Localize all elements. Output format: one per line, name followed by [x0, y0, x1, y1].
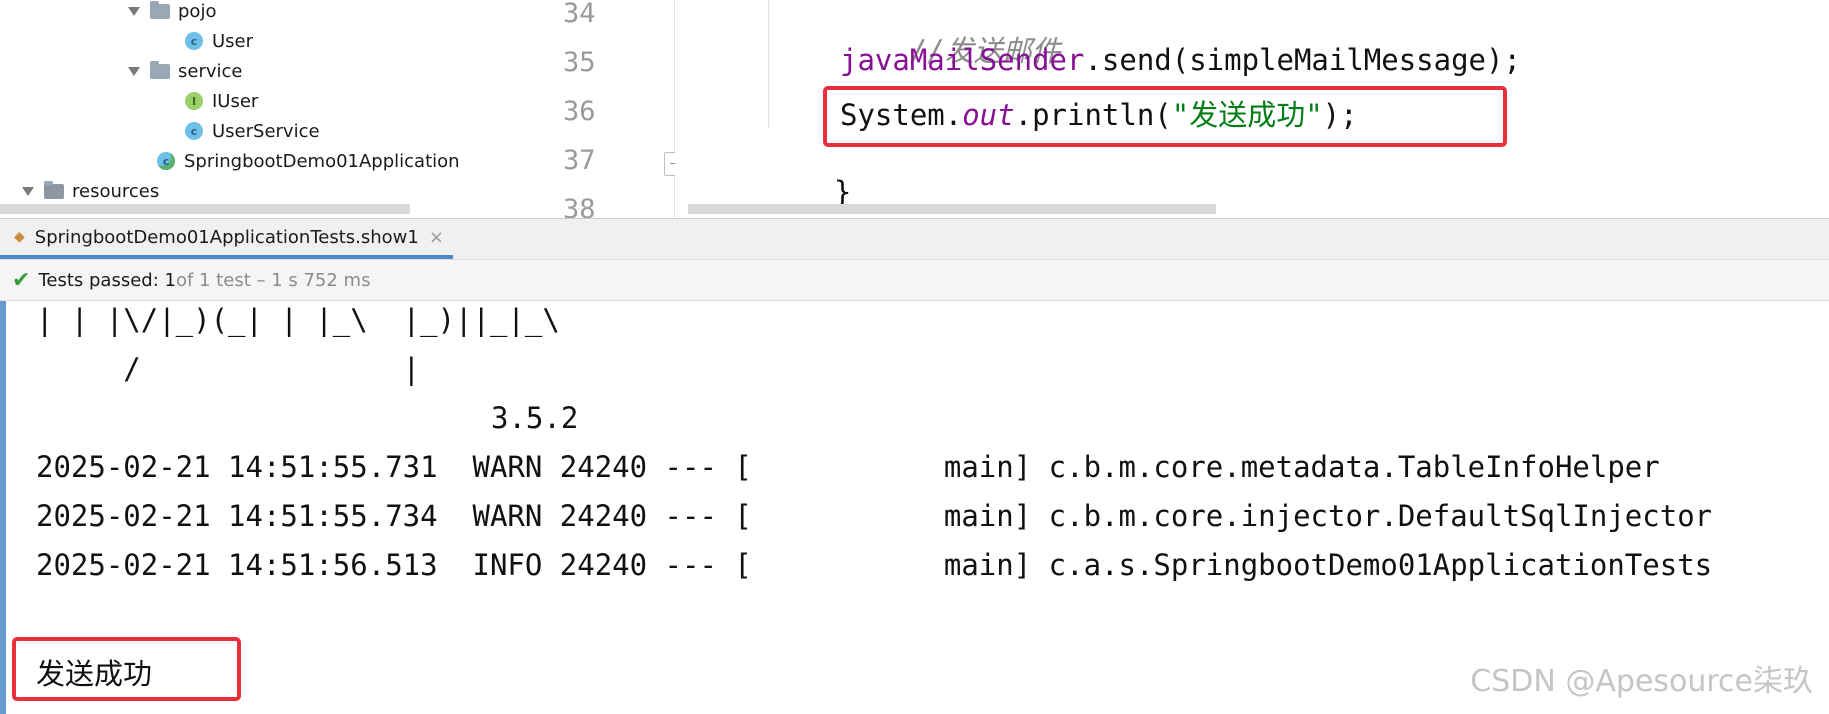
tree-item-label: pojo — [178, 0, 217, 22]
tests-duration-label: of 1 test – 1 s 752 ms — [175, 269, 371, 291]
test-run-icon: ◆ — [14, 229, 25, 245]
console-banner-line: | | |\/|_)(_| | |_\ |_)||_|_\ — [36, 303, 560, 337]
highlight-box-println — [823, 86, 1507, 147]
highlight-box-output — [12, 637, 241, 701]
tree-item-iuser[interactable]: I IUser — [185, 86, 258, 116]
tree-item-pojo[interactable]: pojo — [128, 0, 216, 26]
tree-horizontal-scrollbar[interactable] — [0, 204, 410, 214]
tree-item-user[interactable]: c User — [185, 26, 253, 56]
tests-passed-label: Tests passed: 1 — [38, 269, 176, 291]
tree-item-service[interactable]: service — [128, 56, 242, 86]
expand-arrow-icon[interactable] — [22, 186, 34, 196]
console-version: 3.5.2 — [491, 401, 579, 435]
console-log-line: 2025-02-21 14:51:56.513 INFO 24240 --- [… — [36, 548, 1713, 582]
code-field: javaMailSender — [840, 43, 1085, 77]
line-number: 36 — [563, 96, 596, 127]
spring-application-icon: c — [157, 152, 175, 170]
expand-arrow-icon[interactable] — [128, 66, 140, 76]
editor-horizontal-scrollbar[interactable] — [688, 204, 1216, 214]
line-number: 37 — [563, 145, 596, 176]
console-log-line: 2025-02-21 14:51:55.734 WARN 24240 --- [… — [36, 499, 1713, 533]
tree-item-label: service — [178, 60, 243, 82]
tree-item-resources[interactable]: resources — [22, 176, 159, 206]
run-tab-bar: ◆ SpringbootDemo01ApplicationTests.show1… — [0, 218, 1829, 259]
console-left-edge — [0, 301, 6, 714]
run-tab-label: SpringbootDemo01ApplicationTests.show1 — [34, 226, 419, 248]
check-icon: ✔ — [12, 267, 31, 293]
tree-item-label: SpringbootDemo01Application — [184, 150, 460, 172]
tree-item-springbootdemo01application[interactable]: c SpringbootDemo01Application — [157, 146, 460, 176]
console-log-line: 2025-02-21 14:51:55.731 WARN 24240 --- [… — [36, 450, 1660, 484]
code-line-35: javaMailSender.send(simpleMailMessage); — [840, 43, 1521, 77]
close-icon[interactable]: × — [429, 227, 444, 248]
tree-item-label: IUser — [212, 90, 259, 112]
interface-icon: I — [185, 92, 203, 110]
tree-item-userservice[interactable]: c UserService — [185, 116, 320, 146]
indent-guide — [768, 0, 769, 128]
tree-item-label: UserService — [212, 120, 320, 142]
project-tree: pojo c User service I IUser c UserServic… — [0, 0, 553, 218]
tree-item-label: User — [212, 30, 254, 52]
test-status-bar: ✔ Tests passed: 1 of 1 test – 1 s 752 ms — [0, 259, 1829, 301]
console-output[interactable]: | | |\/|_)(_| | |_\ |_)||_|_\ / | 3.5.2 … — [0, 301, 1829, 714]
class-icon: c — [185, 32, 203, 50]
tree-item-label: resources — [72, 180, 160, 202]
class-icon: c — [185, 122, 203, 140]
line-number: 35 — [563, 47, 596, 78]
folder-icon — [150, 60, 170, 79]
console-banner-line: / | — [36, 352, 421, 386]
folder-icon — [150, 0, 170, 19]
watermark: CSDN @Apesource柒玖 — [1470, 664, 1813, 699]
editor-gutter: 34 35 36 37 38 — [553, 0, 673, 225]
resources-folder-icon — [44, 180, 64, 199]
code-text: .send(simpleMailMessage); — [1084, 43, 1521, 77]
expand-arrow-icon[interactable] — [128, 6, 140, 16]
run-tab[interactable]: ◆ SpringbootDemo01ApplicationTests.show1… — [0, 219, 453, 259]
line-number: 34 — [563, 0, 596, 29]
